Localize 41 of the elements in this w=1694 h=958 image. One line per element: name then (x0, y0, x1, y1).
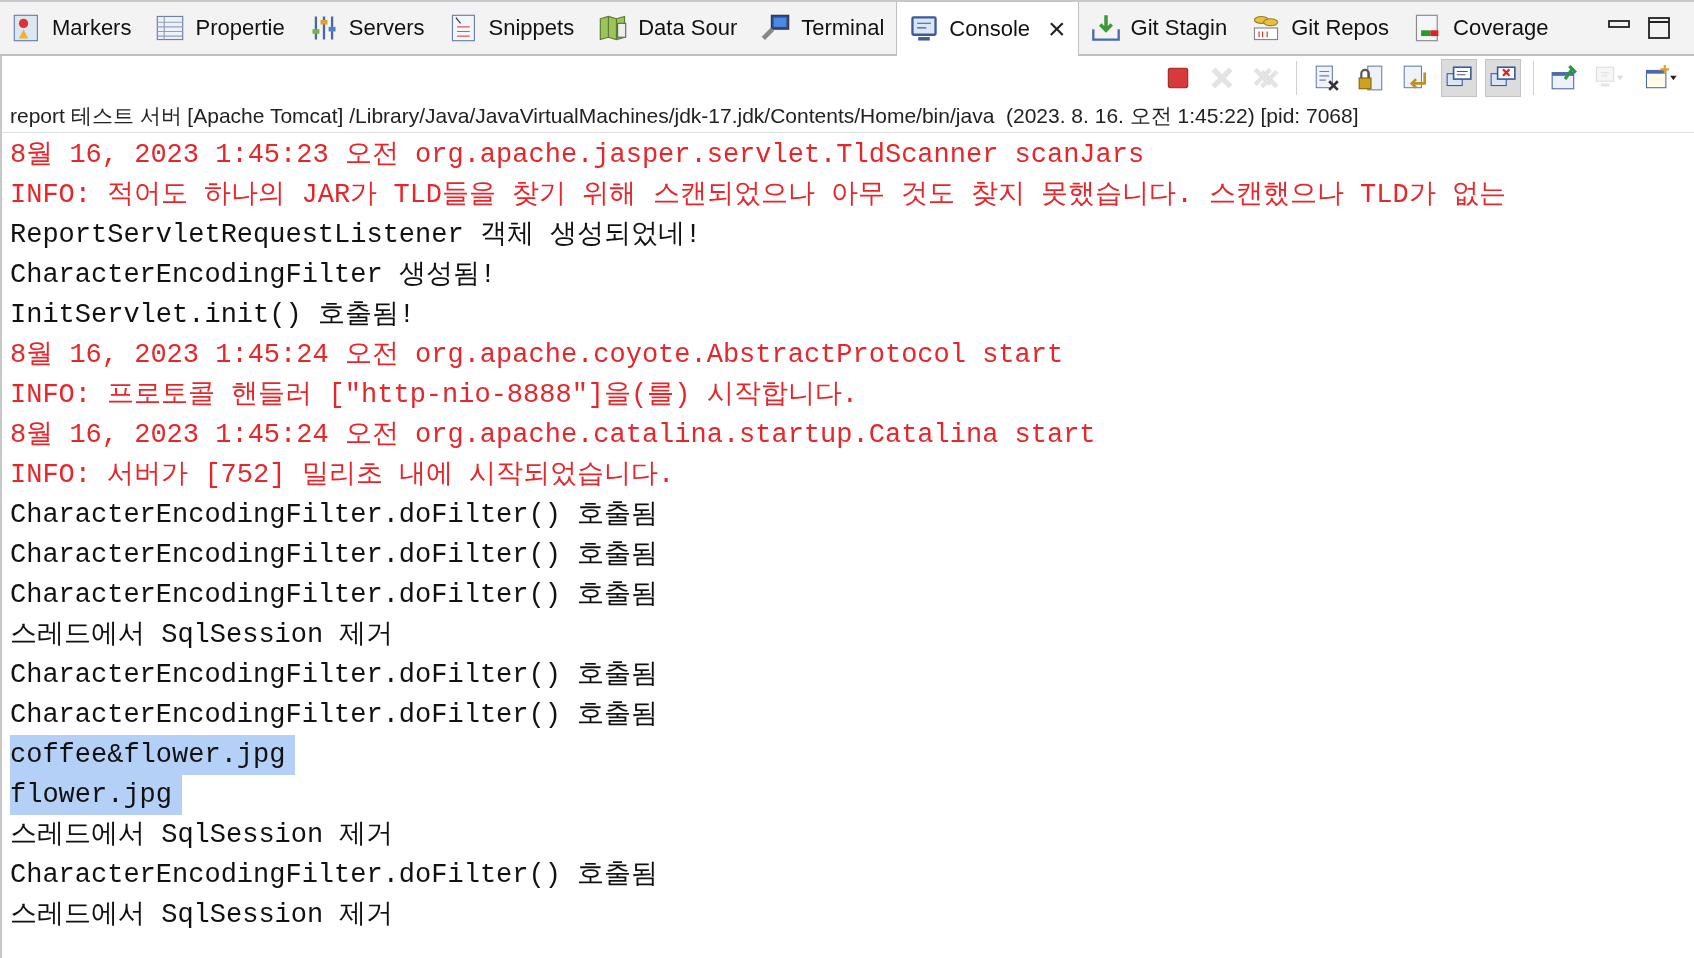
console-line: INFO: 적어도 하나의 JAR가 TLD들을 찾기 위해 스캔되었으나 아무 것도 찾지 못했습니다. 스캔했으나 TLD가 없는 (10, 179, 1506, 212)
toolbar-button[interactable] (1441, 59, 1477, 97)
window-pin-icon (1550, 64, 1578, 92)
console-line: 8월 16, 2023 1:45:23 오전 org.apache.jasper.servlet.TldScanner scanJars (10, 139, 1145, 172)
console-line: 스레드에서 SqlSession 제거 (10, 899, 394, 932)
console-line: CharacterEncodingFilter.doFilter() 호출됨 (10, 579, 659, 612)
table-icon (155, 13, 186, 43)
console-line: 스레드에서 SqlSession 제거 (10, 619, 394, 652)
console-line: CharacterEncodingFilter 생성됨! (10, 259, 497, 292)
view-tab[interactable]: Data Sour (586, 2, 750, 54)
view-tab[interactable]: Snippets (436, 2, 587, 54)
console-line: CharacterEncodingFilter.doFilter() 호출됨 (10, 499, 659, 532)
console-line: 스레드에서 SqlSession 제거 (10, 819, 394, 852)
view-tab[interactable]: Terminal (749, 2, 897, 54)
view-tab[interactable]: Git Repos (1239, 2, 1402, 54)
view-tab[interactable]: Coverage (1401, 2, 1561, 54)
map-icon (598, 13, 629, 43)
monitor-icon (909, 14, 940, 44)
console-line: ReportServletRequestListener 객체 생성되었네! (10, 219, 702, 252)
monitor-plug-icon (761, 13, 792, 43)
console-line: 8월 16, 2023 1:45:24 오전 org.apache.catalina.startup.Catalina start (10, 419, 1096, 452)
tray-download-icon (1090, 13, 1121, 43)
close-icon[interactable]: × (1048, 14, 1066, 44)
toolbar-button[interactable] (1485, 59, 1521, 97)
view-tab[interactable]: Propertie (143, 2, 297, 54)
console-line: InitServlet.init() 호출됨! (10, 299, 416, 332)
view-tab[interactable]: Markers (0, 2, 144, 54)
document-cross-icon (1313, 64, 1341, 92)
console-line: INFO: 프로토콜 핸들러 ["http-nio-8888"]을(를) 시작합니다. (10, 379, 858, 412)
console-line: CharacterEncodingFilter.doFilter() 호출됨 (10, 699, 659, 732)
view-tab[interactable]: Git Stagin (1078, 2, 1240, 54)
console-line: CharacterEncodingFilter.doFilter() 호출됨 (10, 859, 659, 892)
padlock-icon (1357, 64, 1385, 92)
console-line: CharacterEncodingFilter.doFilter() 호출됨 (10, 539, 659, 572)
console-line: INFO: 서버가 [752] 밀리초 내에 시작되었습니다. (10, 459, 675, 492)
view-tab[interactable]: Servers (296, 2, 437, 54)
view-tab[interactable]: Console × (896, 2, 1079, 56)
console-line: 8월 16, 2023 1:45:24 오전 org.apache.coyote.AbstractProtocol start (10, 339, 1064, 372)
process-title: report 테스트 서버 [Apache Tomcat] /Library/Java/JavaVirtualMachines/jdk-17.jdk/Contents/Home/bin/java (2023. 8. 16. 오전 1:45:22) [pid: 7068] (2, 100, 1694, 133)
maximize-icon[interactable] (1648, 17, 1670, 39)
console-line: CharacterEncodingFilter.doFilter() 호출됨 (10, 659, 659, 692)
